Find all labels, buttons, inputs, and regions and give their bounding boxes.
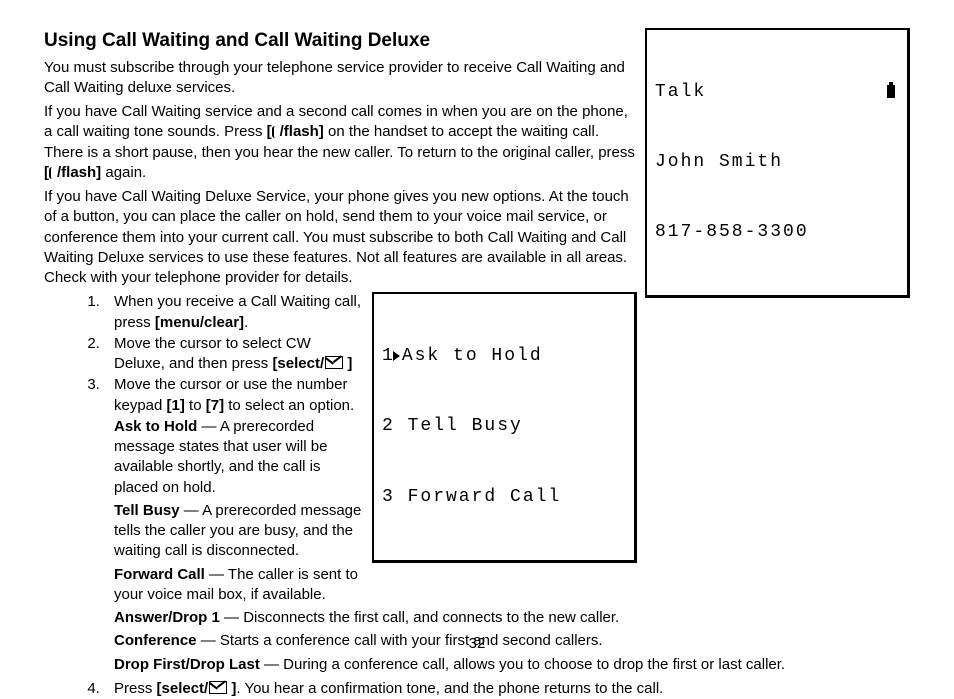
envelope-icon — [325, 356, 343, 369]
step-4: Press [select/ ]. You hear a confirmatio… — [104, 679, 910, 699]
page-number: 32 — [0, 634, 954, 654]
lcd-opt-3: 3 Forward Call — [382, 486, 626, 509]
lcd-line1: Talk — [655, 82, 706, 102]
cursor-icon — [393, 351, 400, 361]
option-drop-first-last: Drop First/Drop Last — During a conferen… — [114, 655, 910, 675]
steps-list-cont: Press [select/ ]. You hear a confirmatio… — [44, 679, 910, 699]
flash-key: [/flash] — [267, 122, 324, 142]
option-answer-drop: Answer/Drop 1 — Disconnects the first ca… — [114, 608, 910, 628]
lcd-line3: 817-858-3300 — [655, 221, 899, 244]
lcd-opt-2: 2 Tell Busy — [382, 415, 626, 438]
select-key: [select/ ] — [272, 355, 352, 372]
lcd-opt-1: 1Ask to Hold — [382, 345, 626, 368]
battery-icon — [887, 85, 895, 98]
lcd-line2: John Smith — [655, 151, 899, 174]
lcd-screen-talk: Talk John Smith 817-858-3300 — [645, 28, 910, 298]
option-forward-call: Forward Call — The caller is sent to you… — [114, 565, 910, 606]
lcd-screen-options: 1Ask to Hold 2 Tell Busy 3 Forward Call — [372, 292, 637, 562]
flash-key: [/flash] — [44, 163, 101, 183]
select-key: [select/ ] — [157, 680, 237, 697]
envelope-icon — [209, 681, 227, 694]
